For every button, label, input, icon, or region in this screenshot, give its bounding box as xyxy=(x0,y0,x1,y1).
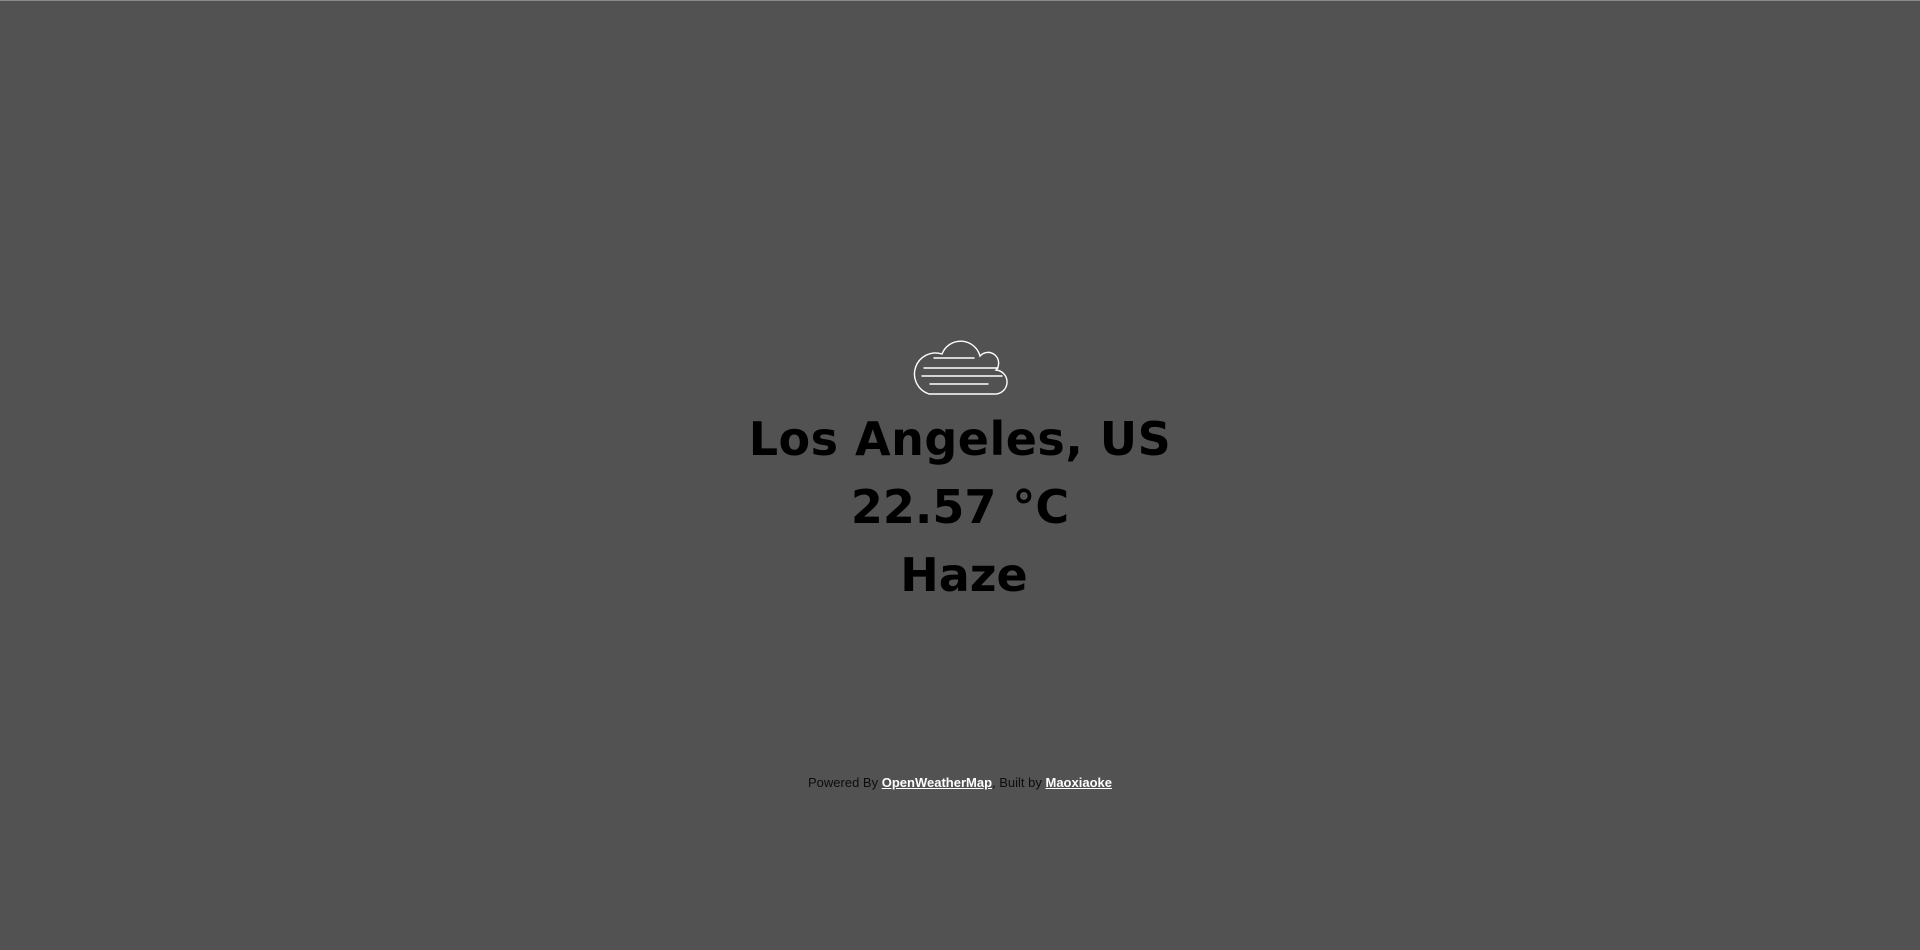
weather-description: Haze xyxy=(900,548,1028,602)
city-name: Los Angeles, US xyxy=(748,412,1172,466)
built-by-text: , Built by xyxy=(992,775,1042,790)
footer: Powered By OpenWeatherMap, Built by Maox… xyxy=(0,775,1920,790)
weather-card: Los Angeles, US 22.57 °C Haze xyxy=(0,334,1920,606)
powered-by-text: Powered By xyxy=(808,775,879,790)
haze-cloud-icon xyxy=(913,340,1008,395)
author-link[interactable]: Maoxiaoke xyxy=(1046,775,1112,790)
temperature: 22.57 °C xyxy=(850,480,1070,534)
window-top-border xyxy=(0,0,1920,1)
openweathermap-link[interactable]: OpenWeatherMap xyxy=(882,775,992,790)
